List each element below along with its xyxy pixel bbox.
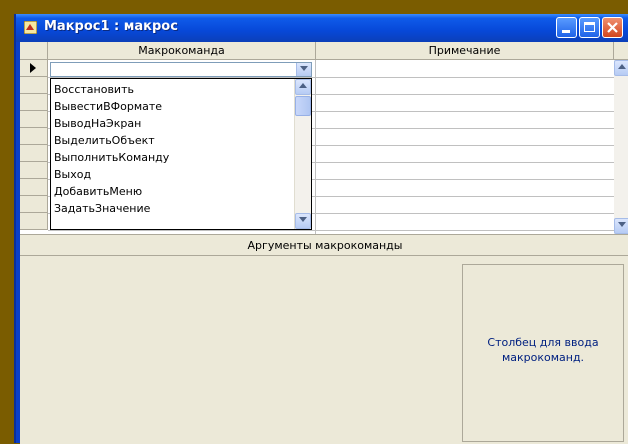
macro-grid: Макрокоманда Примечание Восстановить Выв… bbox=[20, 42, 628, 234]
column-header-comment[interactable]: Примечание bbox=[316, 42, 614, 60]
row-selector[interactable] bbox=[20, 145, 48, 162]
arguments-pane: Столбец для ввода макрокоманд. bbox=[20, 255, 628, 444]
maximize-button[interactable] bbox=[579, 17, 600, 38]
maximize-icon bbox=[584, 22, 595, 32]
dropdown-scrollbar[interactable] bbox=[294, 79, 311, 229]
chevron-down-icon bbox=[299, 217, 307, 222]
row-selector[interactable] bbox=[20, 128, 48, 145]
scroll-up-button[interactable] bbox=[295, 79, 311, 95]
grid-col-line bbox=[315, 60, 316, 234]
minimize-icon bbox=[562, 30, 570, 33]
grid-scroll-up-button[interactable] bbox=[614, 60, 628, 76]
row-selector[interactable] bbox=[20, 213, 48, 230]
scroll-down-button[interactable] bbox=[295, 213, 311, 229]
close-button[interactable] bbox=[602, 17, 623, 38]
grid-row-line bbox=[48, 230, 614, 231]
grid-scrollbar[interactable] bbox=[614, 60, 628, 234]
arguments-label: Аргументы макрокоманды bbox=[247, 239, 403, 252]
header-filler bbox=[614, 42, 628, 60]
dropdown-item[interactable]: ЗадатьЗначение bbox=[54, 200, 150, 217]
chevron-up-icon bbox=[299, 83, 307, 88]
hint-text: Столбец для ввода макрокоманд. bbox=[487, 336, 599, 364]
minimize-button[interactable] bbox=[556, 17, 577, 38]
dropdown-item[interactable]: Выход bbox=[54, 166, 91, 183]
row-selector[interactable] bbox=[20, 111, 48, 128]
dropdown-item[interactable]: Восстановить bbox=[54, 81, 134, 98]
row-selector[interactable] bbox=[20, 94, 48, 111]
macro-window: Макрос1 : макрос Макрокоманда Примечание bbox=[14, 14, 628, 444]
window-title: Макрос1 : макрос bbox=[44, 19, 178, 34]
macro-icon bbox=[24, 21, 37, 34]
dropdown-item[interactable]: ВыполнитьКоманду bbox=[54, 149, 169, 166]
row-selectors bbox=[20, 60, 48, 234]
hint-panel: Столбец для ввода макрокоманд. bbox=[462, 264, 624, 442]
row-selector[interactable] bbox=[20, 162, 48, 179]
row-selector[interactable] bbox=[20, 60, 48, 77]
chevron-up-icon bbox=[618, 64, 626, 69]
row-selector[interactable] bbox=[20, 196, 48, 213]
current-row-arrow-icon bbox=[30, 63, 36, 73]
row-selector[interactable] bbox=[20, 179, 48, 196]
combobox-dropdown-button[interactable] bbox=[296, 63, 311, 76]
dropdown-item[interactable]: ВыводНаЭкран bbox=[54, 115, 141, 132]
chevron-down-icon bbox=[300, 66, 308, 71]
window-client: Макрокоманда Примечание Восстановить Выв… bbox=[20, 42, 628, 444]
title-bar[interactable]: Макрос1 : макрос bbox=[16, 14, 628, 42]
close-icon bbox=[607, 22, 618, 33]
dropdown-item[interactable]: ВывестиВФормате bbox=[54, 98, 162, 115]
chevron-down-icon bbox=[618, 222, 626, 227]
dropdown-item[interactable]: ВыделитьОбъект bbox=[54, 132, 155, 149]
scroll-thumb[interactable] bbox=[295, 96, 311, 116]
column-header-action[interactable]: Макрокоманда bbox=[48, 42, 316, 60]
action-combobox[interactable] bbox=[50, 62, 312, 77]
action-dropdown-list: Восстановить ВывестиВФормате ВыводНаЭкра… bbox=[50, 78, 312, 230]
grid-scroll-down-button[interactable] bbox=[614, 218, 628, 234]
dropdown-item[interactable]: ДобавитьМеню bbox=[54, 183, 142, 200]
row-selector-header[interactable] bbox=[20, 42, 48, 60]
row-selector[interactable] bbox=[20, 77, 48, 94]
